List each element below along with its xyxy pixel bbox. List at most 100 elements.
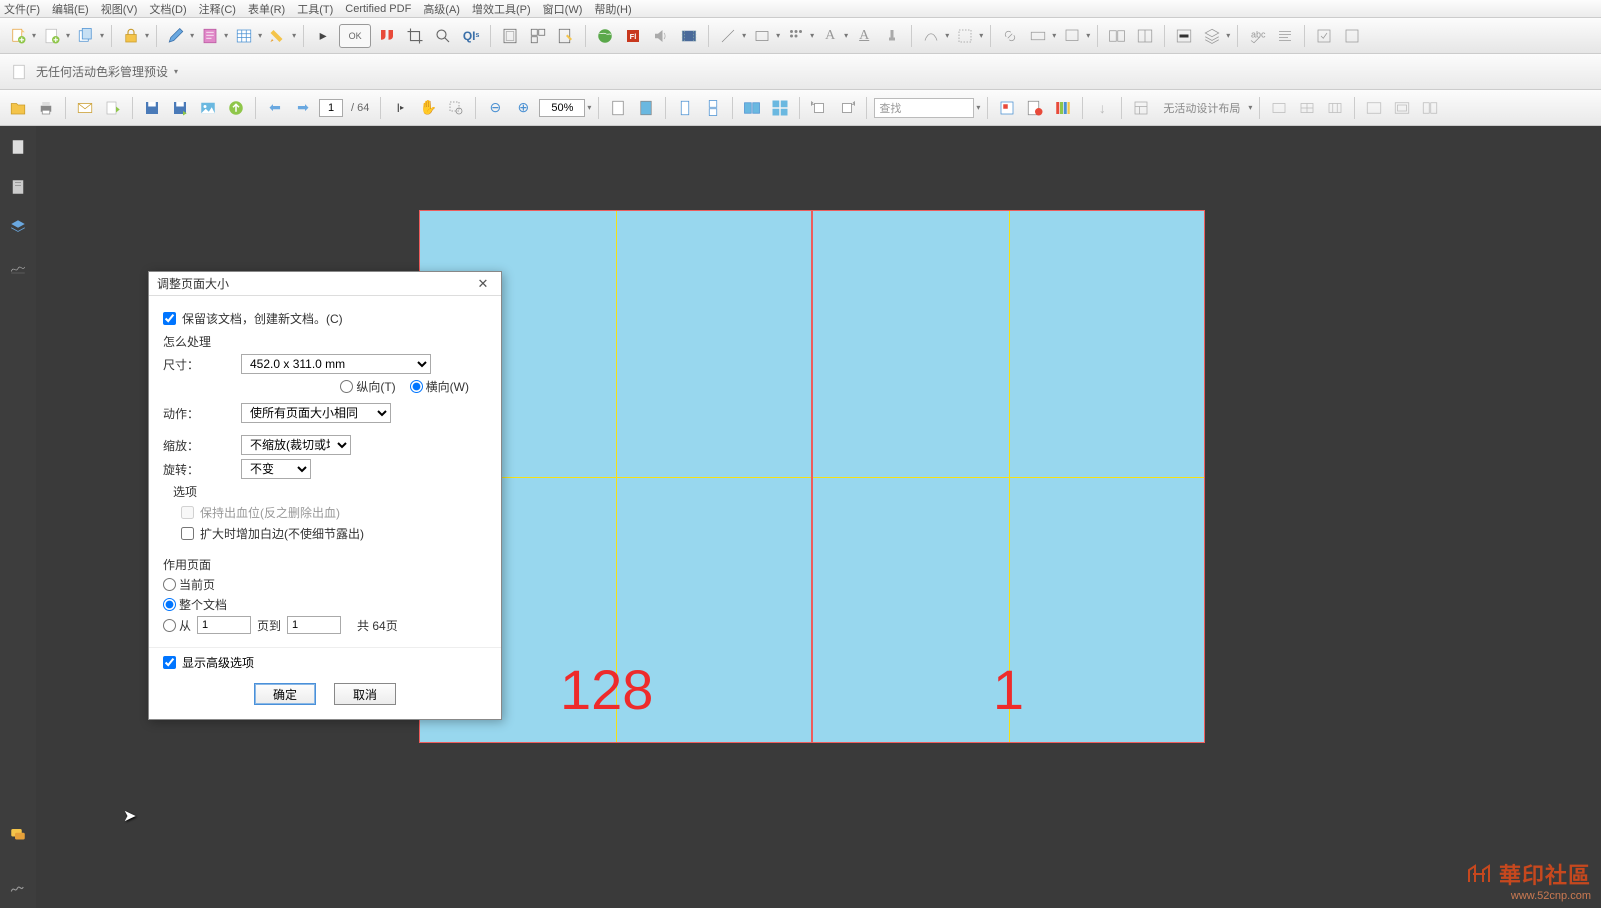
page-number-input[interactable] <box>319 99 343 117</box>
dropdown-icon[interactable]: ▾ <box>587 103 591 112</box>
dropdown-icon[interactable]: ▾ <box>776 31 780 40</box>
pointer-icon[interactable]: ▸ <box>311 24 335 48</box>
layers-icon[interactable] <box>7 216 29 238</box>
zoom-input[interactable] <box>539 99 585 117</box>
dropdown-icon[interactable]: ▾ <box>100 31 104 40</box>
menu-certified[interactable]: Certified PDF <box>345 3 411 15</box>
view3-icon[interactable] <box>1418 96 1442 120</box>
menu-tools[interactable]: 工具(T) <box>297 1 333 17</box>
dropdown-icon[interactable]: ▾ <box>1086 31 1090 40</box>
dropdown-icon[interactable]: ▾ <box>742 31 746 40</box>
line-tool-icon[interactable] <box>716 24 740 48</box>
stamp-icon[interactable] <box>880 24 904 48</box>
highlight-icon[interactable] <box>266 24 290 48</box>
layout-icon[interactable] <box>1129 96 1153 120</box>
dropdown-icon[interactable]: ▾ <box>979 31 983 40</box>
hand-icon[interactable]: ✋ <box>416 96 440 120</box>
dropdown-icon[interactable]: ▾ <box>1052 31 1056 40</box>
dropdown-icon[interactable]: ▾ <box>810 31 814 40</box>
pencil-icon[interactable] <box>164 24 188 48</box>
qi-icon[interactable]: QIs <box>459 24 483 48</box>
lock-icon[interactable] <box>119 24 143 48</box>
rotate-cw-icon[interactable] <box>835 96 859 120</box>
sticky-icon[interactable] <box>1060 24 1084 48</box>
size-select[interactable]: 452.0 x 311.0 mm <box>241 354 431 374</box>
view2-icon[interactable] <box>1390 96 1414 120</box>
action-select[interactable]: 使所有页面大小相同 <box>241 403 391 423</box>
zoom-in-icon[interactable]: ⊕ <box>511 96 535 120</box>
shape-tool-icon[interactable] <box>953 24 977 48</box>
page-box-icon[interactable] <box>498 24 522 48</box>
text-select-icon[interactable]: I▸ <box>388 96 412 120</box>
globe-icon[interactable] <box>593 24 617 48</box>
save-icon[interactable] <box>140 96 164 120</box>
view1-icon[interactable] <box>1362 96 1386 120</box>
menu-plugins[interactable]: 增效工具(P) <box>472 1 531 17</box>
menu-view[interactable]: 视图(V) <box>101 1 138 17</box>
ok-icon[interactable]: OK <box>339 24 371 48</box>
save-image-icon[interactable] <box>196 96 220 120</box>
save-as-icon[interactable] <box>168 96 192 120</box>
dropdown-icon[interactable]: ▾ <box>190 31 194 40</box>
comments-icon[interactable] <box>7 824 29 846</box>
add-page-icon[interactable] <box>40 24 64 48</box>
new-doc-icon[interactable] <box>6 24 30 48</box>
flash-icon[interactable]: Fl <box>621 24 645 48</box>
close-icon[interactable]: ✕ <box>473 275 493 293</box>
grid1-icon[interactable] <box>1267 96 1291 120</box>
menu-annotate[interactable]: 注释(C) <box>199 1 236 17</box>
sound-icon[interactable] <box>649 24 673 48</box>
dropdown-icon[interactable]: ▾ <box>224 31 228 40</box>
redact-icon[interactable] <box>1172 24 1196 48</box>
copy-page-icon[interactable] <box>74 24 98 48</box>
preset-doc-icon[interactable] <box>10 63 28 81</box>
marquee-zoom-icon[interactable] <box>444 96 468 120</box>
inspect-icon[interactable] <box>431 24 455 48</box>
dropdown-icon[interactable]: ▾ <box>292 31 296 40</box>
prev-page-icon[interactable]: ⬅ <box>263 96 287 120</box>
next-page-icon[interactable]: ➡ <box>291 96 315 120</box>
compare-icon[interactable] <box>1105 24 1129 48</box>
note-icon[interactable] <box>198 24 222 48</box>
rect-tool-icon[interactable] <box>750 24 774 48</box>
preserve-doc-checkbox[interactable] <box>163 312 176 325</box>
link-icon[interactable] <box>998 24 1022 48</box>
continuous-icon[interactable] <box>701 96 725 120</box>
attachments-icon[interactable] <box>7 876 29 898</box>
menu-help[interactable]: 帮助(H) <box>594 1 631 17</box>
facing-continuous-icon[interactable] <box>768 96 792 120</box>
menu-file[interactable]: 文件(F) <box>4 1 40 17</box>
print-icon[interactable] <box>34 96 58 120</box>
landscape-radio[interactable]: 横向(W) <box>410 378 469 395</box>
crop-icon[interactable] <box>403 24 427 48</box>
spelling-icon[interactable]: abc <box>1245 24 1269 48</box>
align-icon[interactable] <box>784 24 808 48</box>
email-icon[interactable] <box>73 96 97 120</box>
to-input[interactable] <box>287 616 341 634</box>
more-icon[interactable]: ↓ <box>1090 96 1114 120</box>
single-page-icon[interactable] <box>673 96 697 120</box>
table-icon[interactable] <box>232 24 256 48</box>
color-bars-icon[interactable] <box>1051 96 1075 120</box>
rotate-select[interactable]: 不变 <box>241 459 311 479</box>
rotate-ccw-icon[interactable] <box>807 96 831 120</box>
portrait-radio[interactable]: 纵向(T) <box>340 378 395 395</box>
show-advanced-checkbox[interactable] <box>163 656 176 669</box>
grid2-icon[interactable] <box>1295 96 1319 120</box>
from-input[interactable] <box>197 616 251 634</box>
dropdown-icon[interactable]: ▾ <box>258 31 262 40</box>
dropdown-icon[interactable]: ▾ <box>1226 31 1230 40</box>
cancel-button[interactable]: 取消 <box>334 683 396 705</box>
dropdown-icon[interactable]: ▾ <box>844 31 848 40</box>
menu-window[interactable]: 窗口(W) <box>543 1 583 17</box>
signatures-icon[interactable] <box>7 256 29 278</box>
fit-width-icon[interactable] <box>634 96 658 120</box>
grid3-icon[interactable] <box>1323 96 1347 120</box>
form-field-icon[interactable] <box>1026 24 1050 48</box>
path-tool-icon[interactable] <box>919 24 943 48</box>
dropdown-icon[interactable]: ▾ <box>32 31 36 40</box>
video-icon[interactable] <box>677 24 701 48</box>
dropdown-icon[interactable]: ▾ <box>945 31 949 40</box>
add-white-checkbox[interactable] <box>181 527 194 540</box>
export-icon[interactable] <box>101 96 125 120</box>
